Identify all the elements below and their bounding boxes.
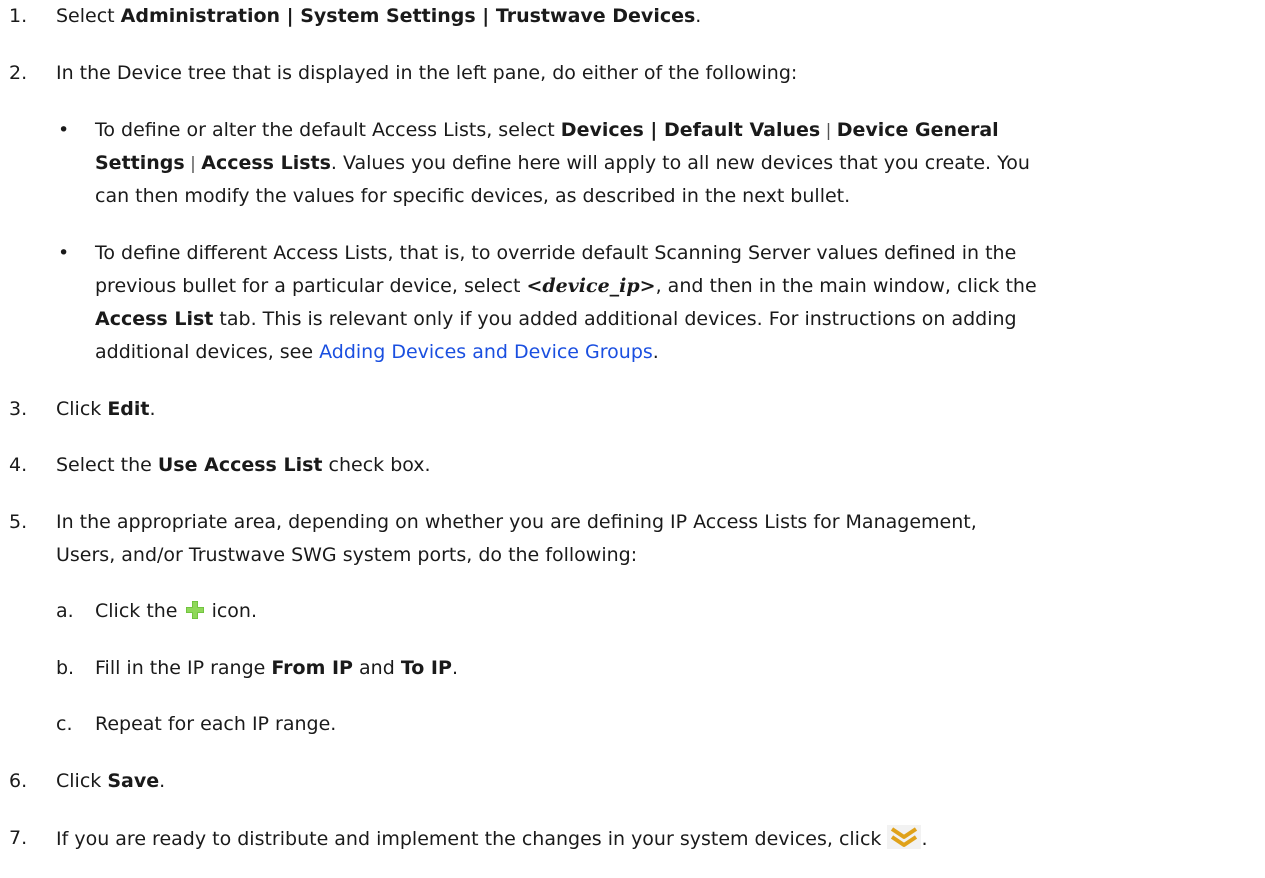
- bullet-text: additional devices, see: [95, 341, 320, 363]
- step-text: Click the: [95, 600, 184, 622]
- bullet-text: , and then in the main window, click the: [655, 275, 1037, 297]
- checkbox-name: Use Access List: [157, 454, 323, 476]
- tab-name: Access List: [95, 308, 214, 330]
- bullet-glyph: •: [58, 242, 70, 264]
- step-number: 4.: [9, 454, 28, 476]
- bullet-text: tab. This is relevant only if you added …: [213, 308, 1017, 330]
- step-number: 2.: [9, 62, 28, 84]
- bullet-text: . Values you define here will apply to a…: [330, 152, 1030, 174]
- bullet-text: To define different Access Lists, that i…: [95, 242, 1017, 264]
- punct: .: [149, 398, 156, 420]
- step-text: If you are ready to distribute and imple…: [56, 828, 888, 850]
- double-chevron-down-icon: [887, 825, 922, 856]
- menu-path: Device General: [836, 119, 999, 141]
- separator: |: [820, 121, 837, 141]
- button-name: Edit: [107, 398, 150, 420]
- step-text: In the appropriate area, depending on wh…: [56, 511, 977, 533]
- punct: .: [451, 657, 458, 679]
- device-ip-placeholder: <device_ip>: [526, 275, 656, 297]
- step-text: Users, and/or Trustwave SWG system ports…: [56, 544, 638, 566]
- separator: |: [184, 154, 202, 174]
- bullet-glyph: •: [58, 119, 70, 141]
- step-text: check box.: [322, 454, 431, 476]
- step-text: Repeat for each IP range.: [95, 713, 337, 735]
- substep-letter: c.: [56, 713, 73, 735]
- step-text: and: [353, 657, 401, 679]
- substep-letter: a.: [56, 600, 74, 622]
- punct: .: [159, 770, 166, 792]
- step-number: 3.: [9, 398, 28, 420]
- substep-letter: b.: [56, 657, 75, 679]
- menu-path: Access Lists: [201, 152, 331, 174]
- plus-icon: [184, 599, 206, 628]
- step-text: Select: [56, 5, 121, 27]
- step-number: 6.: [9, 770, 28, 792]
- step-text: Select the: [56, 454, 158, 476]
- bullet-text: previous bullet for a particular device,…: [95, 275, 527, 297]
- menu-path: Devices | Default Values: [560, 119, 821, 141]
- step-number: 7.: [9, 827, 28, 849]
- step-number: 1.: [9, 5, 28, 27]
- menu-path: Administration | System Settings | Trust…: [120, 5, 696, 27]
- punct: .: [921, 828, 928, 850]
- bullet-text: can then modify the values for specific …: [95, 185, 851, 207]
- punct: .: [695, 5, 702, 27]
- field-name: From IP: [271, 657, 353, 679]
- step-text: In the Device tree that is displayed in …: [56, 62, 798, 84]
- step-text: Click: [56, 770, 108, 792]
- step-number: 5.: [9, 511, 28, 533]
- punct: .: [652, 341, 659, 363]
- step-text: Fill in the IP range: [95, 657, 272, 679]
- field-name: To IP: [400, 657, 452, 679]
- step-text: icon.: [205, 600, 258, 622]
- bullet-text: To define or alter the default Access Li…: [95, 119, 561, 141]
- adding-devices-link[interactable]: Adding Devices and Device Groups: [319, 341, 653, 363]
- button-name: Save: [107, 770, 160, 792]
- menu-path: Settings: [95, 152, 185, 174]
- step-text: Click: [56, 398, 108, 420]
